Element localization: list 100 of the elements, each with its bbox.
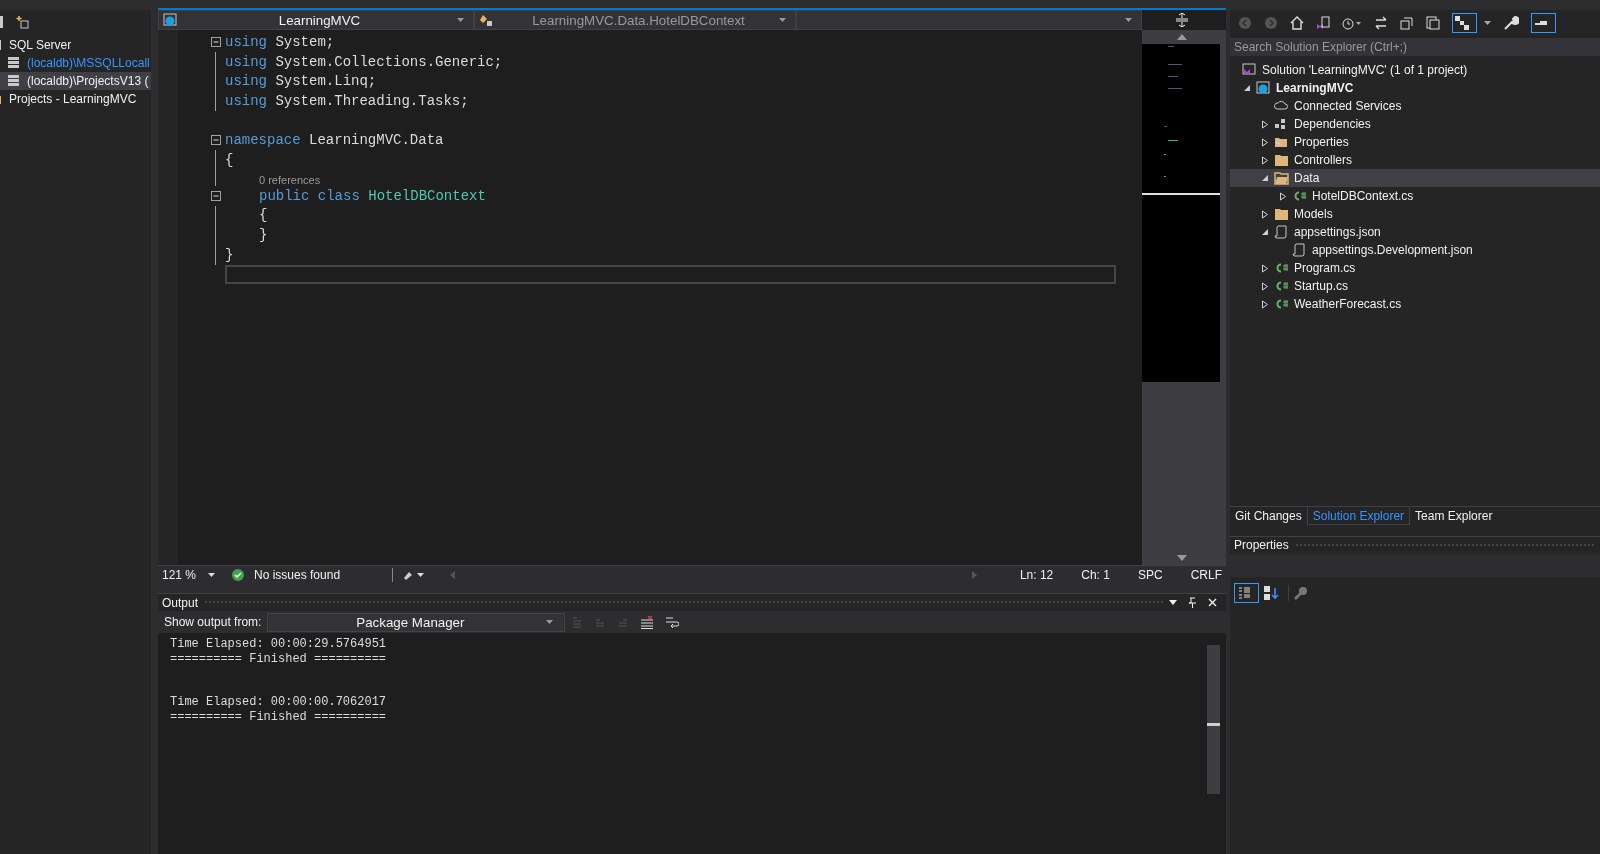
code-line: using System.Linq; [225, 73, 377, 90]
code-line: } [259, 227, 268, 244]
panel-tab[interactable]: Solution Explorer [1306, 507, 1411, 525]
tree-item[interactable]: Connected Services [1230, 97, 1600, 115]
code-line: { [259, 207, 268, 224]
csharp-file-icon [1274, 279, 1289, 293]
caret-icon [1125, 18, 1132, 22]
split-icon [1175, 13, 1188, 27]
status-text: Ch: 1 [1081, 567, 1110, 582]
categorized-button[interactable] [1234, 583, 1259, 603]
tree-item[interactable]: Properties [1230, 133, 1600, 151]
tree-item[interactable]: WeatherForecast.cs [1230, 295, 1600, 313]
field-label: Show output from: [164, 615, 262, 629]
wrench-icon[interactable] [1503, 15, 1519, 31]
collapse-all-icon[interactable] [1400, 16, 1414, 30]
brush-icon[interactable] [403, 569, 425, 580]
tree-item[interactable]: Projects - LearningMVC [0, 90, 151, 108]
code-line: public class HotelDBContext [259, 187, 486, 204]
tree-item[interactable]: Data [1230, 169, 1600, 187]
tree-item[interactable]: Program.cs [1230, 259, 1600, 277]
home-icon[interactable] [1290, 16, 1304, 30]
output-line: Time Elapsed: 00:00:00.7062017 [170, 695, 388, 710]
tree-item[interactable]: appsettings.json [1230, 223, 1600, 241]
show-all-files-icon[interactable] [1426, 16, 1440, 30]
caret-icon [457, 18, 464, 22]
history-icon[interactable] [1342, 16, 1362, 30]
collapse-icon[interactable] [210, 135, 221, 146]
json-file-icon [1292, 243, 1307, 257]
collapsed-arrow-icon[interactable] [1261, 299, 1269, 309]
key-icon[interactable] [1293, 585, 1309, 601]
code-line: using System.Collections.Generic; [225, 53, 503, 70]
dropdown-icon[interactable] [1169, 600, 1177, 605]
navigation-dropdown[interactable]: LearningMVC.Data.HotelDBContext [474, 10, 796, 30]
add-server-icon[interactable] [15, 15, 29, 29]
tree-item[interactable]: SQL Server [0, 36, 151, 54]
panel-tab[interactable]: Git Changes [1230, 507, 1307, 525]
hierarchy-icon [1454, 15, 1470, 31]
collapsed-arrow-icon[interactable] [1261, 209, 1269, 219]
tree-item[interactable]: Startup.cs [1230, 277, 1600, 295]
collapsed-arrow-icon[interactable] [1279, 191, 1287, 201]
hierarchy-button[interactable] [1452, 13, 1477, 33]
tree-item[interactable]: appsettings.Development.json [1230, 241, 1600, 259]
preview-button[interactable] [1531, 13, 1556, 33]
down-arrow-icon [1176, 555, 1187, 561]
caret-icon[interactable] [1484, 21, 1491, 25]
caret-icon [546, 620, 554, 624]
code-line: using System.Threading.Tasks; [225, 92, 469, 109]
tree-item[interactable]: LearningMVC [1230, 79, 1600, 97]
pin-icon[interactable] [1188, 597, 1197, 608]
code-line: { [225, 151, 234, 168]
collapse-icon[interactable] [210, 36, 221, 47]
solution-icon [1242, 63, 1257, 77]
switch-views-icon[interactable] [1316, 16, 1330, 30]
zoom-dropdown[interactable]: 121 % [162, 567, 222, 582]
tree-item[interactable]: Dependencies [1230, 115, 1600, 133]
clear-all-icon[interactable] [640, 615, 655, 629]
collapsed-arrow-icon[interactable] [1261, 281, 1269, 291]
output-line: ========== Finished ========== [170, 709, 388, 724]
json-file-icon [1274, 225, 1289, 239]
left-arrow-icon [450, 570, 455, 579]
tree-item[interactable]: Models [1230, 205, 1600, 223]
caret-icon [208, 572, 216, 577]
output-line: Time Elapsed: 00:00:29.5764951 [170, 637, 388, 652]
right-arrow-icon [971, 570, 977, 579]
tree-item[interactable]: (localdb)\MSSQLLocall [0, 54, 151, 72]
code-line: using System; [225, 33, 335, 50]
split-window-button[interactable] [1142, 10, 1226, 30]
check-icon [232, 568, 244, 581]
collapsed-arrow-icon[interactable] [1261, 137, 1269, 147]
panel-tab[interactable]: Team Explorer [1410, 507, 1498, 525]
status-text: CRLF [1190, 567, 1222, 582]
tree-item[interactable]: (localdb)\ProjectsV13 ( [0, 72, 151, 90]
caret-icon [779, 18, 786, 22]
references-link[interactable]: 0 references [259, 173, 321, 186]
vertical-scrollbar[interactable] [1207, 645, 1220, 794]
status-text: SPC [1137, 567, 1163, 582]
open-folder-icon [1274, 171, 1289, 185]
collapsed-arrow-icon[interactable] [1261, 263, 1269, 273]
code-line: namespace LearningMVC.Data [225, 132, 444, 149]
collapse-icon[interactable] [210, 190, 221, 201]
navigation-dropdown[interactable]: LearningMVC [158, 10, 474, 30]
expanded-arrow-icon[interactable] [1261, 174, 1269, 182]
word-wrap-icon[interactable] [665, 616, 680, 628]
search-field[interactable]: Search Solution Explorer (Ctrl+;) [1230, 38, 1600, 56]
csharp-file-icon [1274, 297, 1289, 311]
output-line: ========== Finished ========== [170, 651, 388, 666]
collapsed-arrow-icon[interactable] [1261, 119, 1269, 129]
tree-item[interactable]: Solution 'LearningMVC' (1 of 1 project) [1230, 61, 1600, 79]
tree-item[interactable]: Controllers [1230, 151, 1600, 169]
sort-alphabetical-icon[interactable] [1263, 585, 1279, 601]
close-icon[interactable] [1208, 598, 1217, 607]
sync-icon[interactable] [1374, 16, 1388, 30]
expanded-arrow-icon[interactable] [1243, 84, 1251, 92]
globe-icon [1256, 81, 1271, 95]
collapsed-arrow-icon[interactable] [1261, 155, 1269, 165]
output-source-dropdown[interactable]: Package Manager [267, 612, 566, 632]
expanded-arrow-icon[interactable] [1261, 228, 1269, 236]
status-text: Ln: 12 [1019, 567, 1054, 582]
csharp-file-icon [1292, 189, 1307, 203]
tree-item[interactable]: HotelDBContext.cs [1230, 187, 1600, 205]
